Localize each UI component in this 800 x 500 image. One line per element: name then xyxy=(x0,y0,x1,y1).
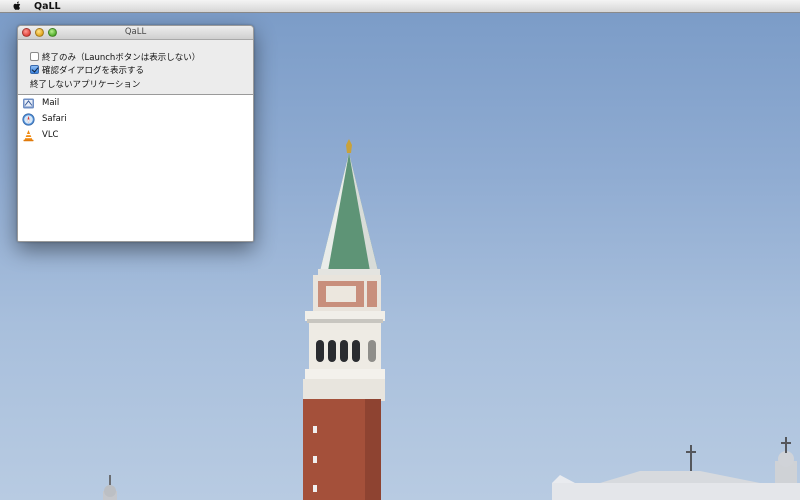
safari-icon xyxy=(22,112,35,126)
quit-only-option[interactable]: 終了のみ（Launchボタンは表示しない） xyxy=(30,50,253,63)
app-name: VLC xyxy=(42,130,59,140)
app-menu-title[interactable]: QaLL xyxy=(34,1,61,12)
menu-bar: QaLL xyxy=(0,0,800,13)
options-panel: 終了のみ（Launchボタンは表示しない） 確認ダイアログを表示する 終了しない… xyxy=(18,40,253,92)
list-item[interactable]: Safari xyxy=(18,111,253,127)
app-name: Safari xyxy=(42,114,67,124)
list-item[interactable]: VLC xyxy=(18,127,253,143)
palace-roof xyxy=(552,437,800,500)
confirm-dialog-checkbox[interactable] xyxy=(30,65,39,74)
mail-icon xyxy=(23,98,34,108)
quit-only-checkbox[interactable] xyxy=(30,52,39,61)
excluded-apps-list[interactable]: Mail Safari VLC xyxy=(18,94,253,241)
small-dome xyxy=(103,475,117,500)
window-title: QaLL xyxy=(124,27,147,37)
apple-menu-icon[interactable] xyxy=(11,0,23,12)
vlc-icon xyxy=(23,129,34,141)
confirm-dialog-label: 確認ダイアログを表示する xyxy=(42,65,145,76)
qall-window: QaLL 終了のみ（Launchボタンは表示しない） 確認ダイアログを表示する … xyxy=(17,25,254,242)
window-titlebar[interactable]: QaLL xyxy=(18,26,253,40)
quit-only-label: 終了のみ（Launchボタンは表示しない） xyxy=(42,52,201,63)
confirm-dialog-option[interactable]: 確認ダイアログを表示する xyxy=(30,63,253,76)
list-item[interactable]: Mail xyxy=(18,95,253,111)
excluded-apps-label: 終了しないアプリケーション xyxy=(30,80,141,90)
app-name: Mail xyxy=(42,98,60,108)
campanile-tower xyxy=(303,139,385,500)
